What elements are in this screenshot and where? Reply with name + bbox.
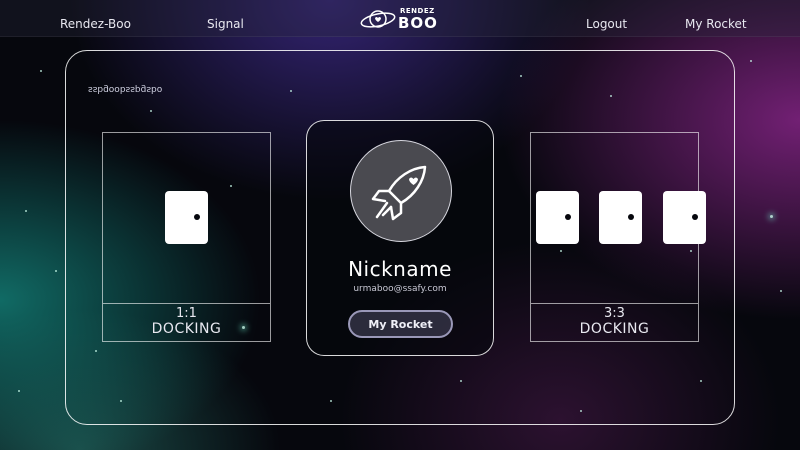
docking-word: DOCKING xyxy=(151,321,222,337)
docking-1-1-card[interactable]: 1:1 DOCKING xyxy=(102,132,271,342)
docking-word: DOCKING xyxy=(579,321,650,337)
nav-link-my-rocket[interactable]: My Rocket xyxy=(685,17,747,31)
rocket-heart-icon xyxy=(371,165,427,221)
mirrored-caption: ssbgoobsspgsbo xyxy=(88,84,163,94)
profile-email: urmaboo@ssafy.com xyxy=(353,284,447,294)
docking-count: 1:1 xyxy=(176,306,197,321)
door-icon xyxy=(663,191,706,244)
door-icon xyxy=(599,191,642,244)
door-area xyxy=(531,133,706,303)
door-area xyxy=(103,133,270,303)
nav-link-rendez-boo[interactable]: Rendez-Boo xyxy=(60,17,131,31)
docking-label: 3:3 DOCKING xyxy=(531,303,698,343)
door-icon xyxy=(165,191,208,244)
docking-label: 1:1 DOCKING xyxy=(103,303,270,343)
top-navigation-bar: Rendez-Boo Signal RENDEZ BOO Logout My R… xyxy=(0,0,800,37)
nav-link-signal[interactable]: Signal xyxy=(207,17,244,31)
my-rocket-button[interactable]: My Rocket xyxy=(348,310,453,338)
profile-card: Nickname urmaboo@ssafy.com My Rocket xyxy=(306,120,494,356)
docking-3-3-card[interactable]: 3:3 DOCKING xyxy=(530,132,706,343)
docking-count: 3:3 xyxy=(604,306,625,321)
nav-link-logout[interactable]: Logout xyxy=(586,17,627,31)
brand-logo[interactable]: RENDEZ BOO xyxy=(360,5,440,33)
profile-nickname: Nickname xyxy=(348,257,452,281)
door-icon xyxy=(536,191,579,244)
planet-heart-icon xyxy=(360,10,396,28)
logo-bottom-text: BOO xyxy=(398,14,438,32)
avatar xyxy=(350,140,452,242)
